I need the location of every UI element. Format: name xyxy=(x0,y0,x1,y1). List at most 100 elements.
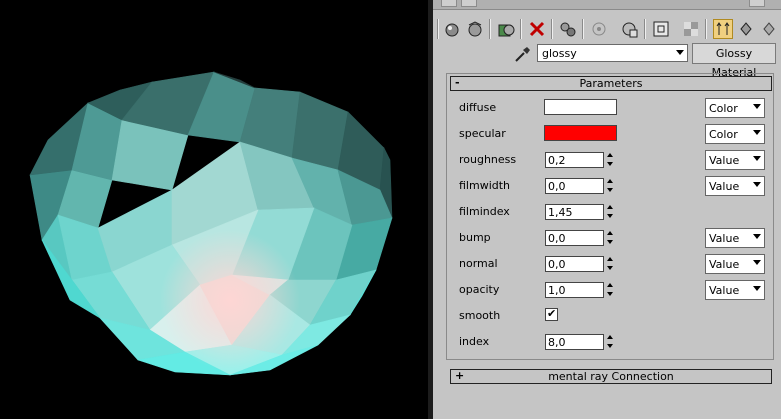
chevron-down-icon xyxy=(753,130,761,135)
sample-slots-strip xyxy=(433,0,781,10)
specular-mode-dropdown[interactable]: Color xyxy=(705,124,765,144)
bump-mode-dropdown[interactable]: Value xyxy=(705,228,765,248)
roughness-mode-dropdown[interactable]: Value xyxy=(705,150,765,170)
mode-text: Value xyxy=(709,180,740,193)
normal-mode-dropdown[interactable]: Value xyxy=(705,254,765,274)
param-label: index xyxy=(459,335,490,348)
param-row-specular: specular Color xyxy=(433,124,781,145)
toolbar-separator xyxy=(489,19,491,39)
param-label: diffuse xyxy=(459,101,497,114)
param-label: smooth xyxy=(459,309,501,322)
diffuse-mode-dropdown[interactable]: Color xyxy=(705,98,765,118)
specular-color-swatch[interactable] xyxy=(544,125,617,141)
param-row-roughness: roughness 0,2 Value xyxy=(433,150,781,171)
sphere-mesh-render xyxy=(29,71,393,376)
filmindex-spinner-field[interactable]: 1,45 xyxy=(545,204,604,220)
diffuse-color-swatch[interactable] xyxy=(544,99,617,115)
specular-highlight xyxy=(160,230,300,370)
normal-spinner-field[interactable]: 0,0 xyxy=(545,256,604,272)
go-to-parent-icon[interactable] xyxy=(713,19,733,39)
chevron-down-icon xyxy=(753,234,761,239)
filmwidth-mode-dropdown[interactable]: Value xyxy=(705,176,765,196)
mode-text: Value xyxy=(709,284,740,297)
toolbar-separator xyxy=(644,19,646,39)
checkmark-icon: ✔ xyxy=(547,307,557,320)
mesh-facet xyxy=(291,91,349,171)
spinner-arrows-icon[interactable] xyxy=(605,178,616,194)
put-to-scene-icon[interactable] xyxy=(465,19,485,39)
slot-tab[interactable] xyxy=(749,0,765,7)
spinner-value: 0,0 xyxy=(548,258,566,271)
spinner-arrows-icon[interactable] xyxy=(605,152,616,168)
make-unique-icon[interactable] xyxy=(558,19,578,39)
assign-material-icon[interactable] xyxy=(496,19,516,39)
spinner-arrows-icon[interactable] xyxy=(605,334,616,350)
param-row-filmwidth: filmwidth 0,0 Value xyxy=(433,176,781,197)
param-label: filmindex xyxy=(459,205,510,218)
spinner-value: 0,0 xyxy=(548,180,566,193)
param-label: filmwidth xyxy=(459,179,511,192)
show-end-result-icon[interactable] xyxy=(681,19,701,39)
spinner-arrows-icon[interactable] xyxy=(605,256,616,272)
chevron-down-icon xyxy=(676,50,684,55)
eyedropper-icon[interactable] xyxy=(513,45,531,63)
param-row-diffuse: diffuse Color xyxy=(433,98,781,119)
param-label: bump xyxy=(459,231,491,244)
material-effects-icon[interactable] xyxy=(620,19,640,39)
spinner-value: 1,0 xyxy=(548,284,566,297)
spinner-value: 8,0 xyxy=(548,336,566,349)
chevron-down-icon xyxy=(753,260,761,265)
slot-tab[interactable] xyxy=(441,0,457,7)
roughness-spinner-field[interactable]: 0,2 xyxy=(545,152,604,168)
mode-text: Value xyxy=(709,258,740,271)
param-row-filmindex: filmindex 1,45 xyxy=(433,203,781,223)
mental-ray-rollout-header[interactable]: + mental ray Connection xyxy=(450,369,772,384)
go-forward-icon[interactable] xyxy=(736,19,756,39)
material-name-dropdown[interactable]: glossy xyxy=(537,44,688,62)
param-row-index: index 8,0 xyxy=(433,333,781,353)
material-name-row: glossy Glossy Material xyxy=(433,42,781,79)
index-spinner-field[interactable]: 8,0 xyxy=(545,334,604,350)
smooth-checkbox[interactable]: ✔ xyxy=(545,307,558,321)
get-material-icon[interactable] xyxy=(442,19,462,39)
toolbar-separator xyxy=(582,19,584,39)
delete-icon[interactable] xyxy=(527,19,547,39)
param-label: opacity xyxy=(459,283,500,296)
toolbar-separator xyxy=(520,19,522,39)
chevron-down-icon xyxy=(753,182,761,187)
toolbar-separator xyxy=(551,19,553,39)
parameters-rollout-header[interactable]: - Parameters xyxy=(450,76,772,91)
show-map-icon[interactable] xyxy=(651,19,671,39)
opacity-mode-dropdown[interactable]: Value xyxy=(705,280,765,300)
filmwidth-spinner-field[interactable]: 0,0 xyxy=(545,178,604,194)
slot-tab[interactable] xyxy=(461,0,477,7)
spinner-value: 0,2 xyxy=(548,154,566,167)
mode-text: Value xyxy=(709,232,740,245)
put-to-library-icon[interactable] xyxy=(589,19,609,39)
mode-text: Color xyxy=(709,102,738,115)
mode-text: Value xyxy=(709,154,740,167)
param-row-bump: bump 0,0 Value xyxy=(433,228,781,249)
mental-ray-rollout-title: mental ray Connection xyxy=(548,370,674,383)
spinner-value: 0,0 xyxy=(548,232,566,245)
param-label: normal xyxy=(459,257,498,270)
parameters-rollout-title: Parameters xyxy=(579,77,643,90)
spinner-arrows-icon[interactable] xyxy=(605,204,616,220)
param-label: specular xyxy=(459,127,506,140)
param-label: roughness xyxy=(459,153,517,166)
go-forward-sibling-icon[interactable] xyxy=(759,19,779,39)
spinner-arrows-icon[interactable] xyxy=(605,230,616,246)
toolbar-separator xyxy=(705,19,707,39)
chevron-down-icon xyxy=(753,104,761,109)
toolbar-separator xyxy=(437,19,439,39)
material-type-button[interactable]: Glossy Material xyxy=(692,43,776,79)
param-row-opacity: opacity 1,0 Value xyxy=(433,280,781,301)
mode-text: Color xyxy=(709,128,738,141)
param-row-smooth: smooth ✔ xyxy=(433,307,781,327)
spinner-arrows-icon[interactable] xyxy=(605,282,616,298)
3d-viewport[interactable] xyxy=(0,0,428,419)
bump-spinner-field[interactable]: 0,0 xyxy=(545,230,604,246)
opacity-spinner-field[interactable]: 1,0 xyxy=(545,282,604,298)
material-name-text: glossy xyxy=(542,47,577,60)
param-row-normal: normal 0,0 Value xyxy=(433,254,781,275)
